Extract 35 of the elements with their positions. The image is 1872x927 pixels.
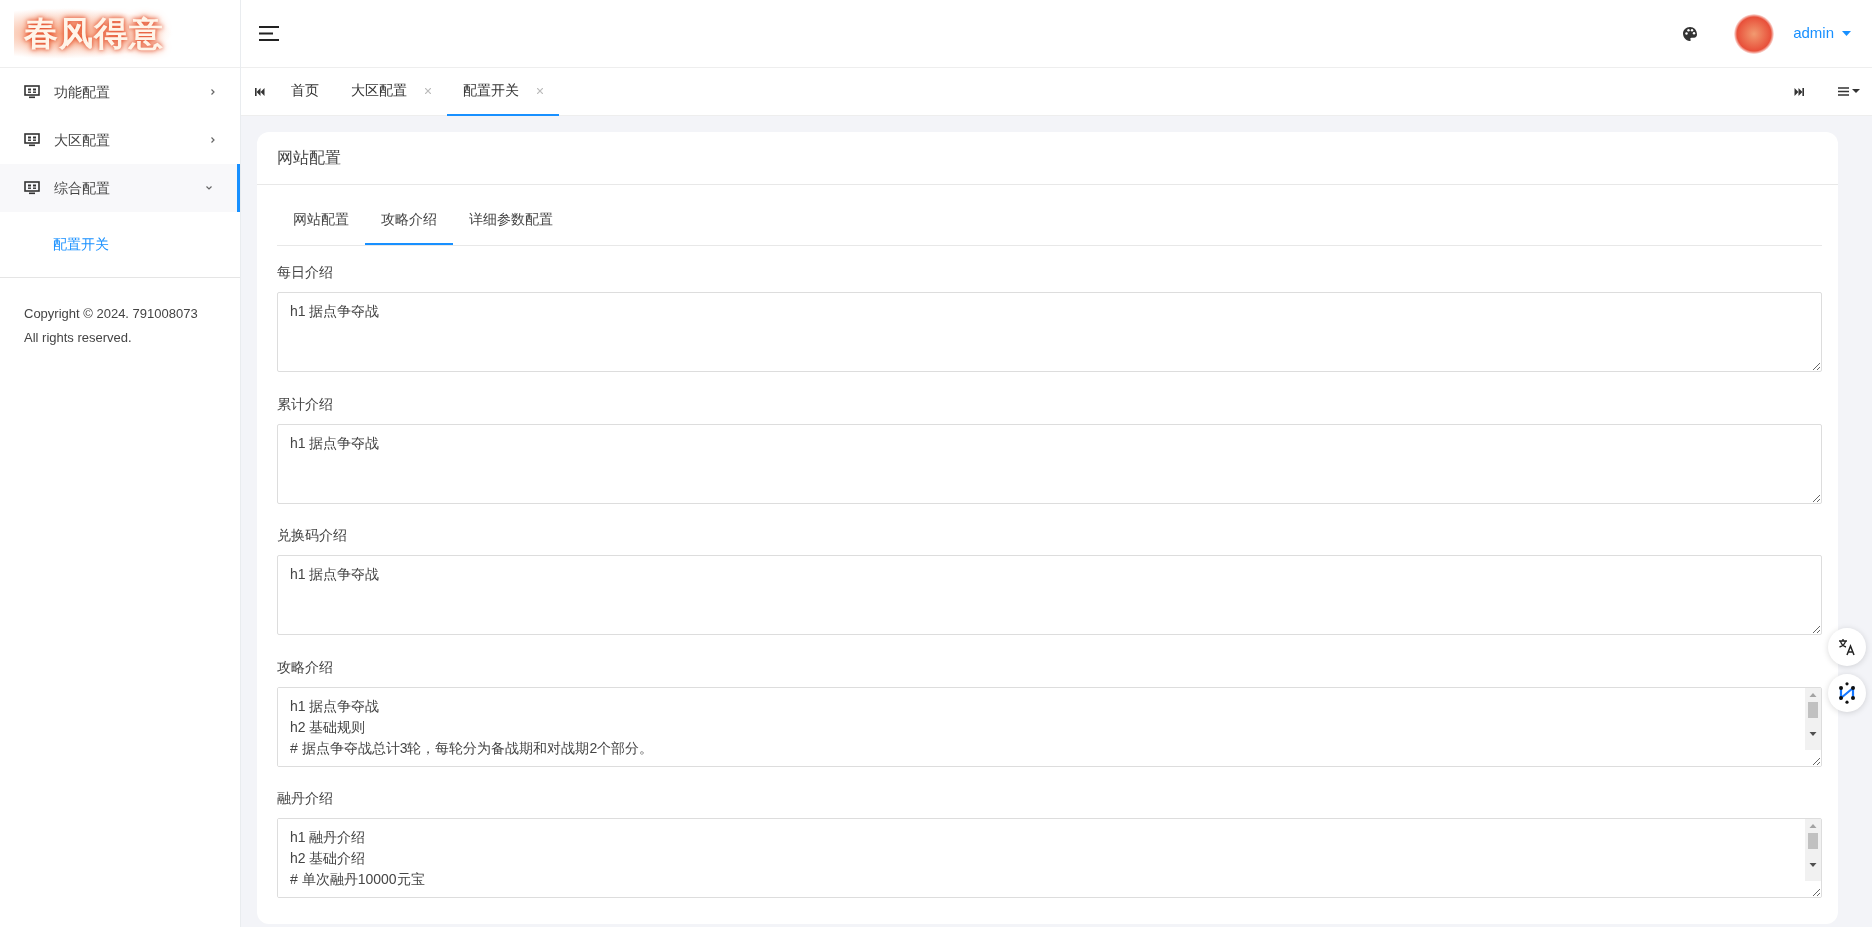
page-tab[interactable]: 大区配置 xyxy=(335,67,447,116)
palette-icon[interactable] xyxy=(1682,25,1699,42)
text-area[interactable]: h1 据点争夺战 h2 基础规则 # 据点争夺战总计3轮，每轮分为备战期和对战期2个部分。 xyxy=(277,686,1822,767)
field-label: 攻略介绍 xyxy=(277,657,334,677)
sidebar-item[interactable]: 大区配置 xyxy=(0,116,240,164)
field-label: 每日介绍 xyxy=(277,263,334,282)
sidebar-item[interactable]: 功能配置 xyxy=(0,68,240,116)
sidebar-item[interactable]: 综合配置 xyxy=(0,164,240,212)
text-area[interactable]: h1 据点争夺战 xyxy=(277,292,1822,372)
monitor-icon xyxy=(24,181,40,195)
monitor-icon xyxy=(24,133,40,147)
card-title: 网站配置 xyxy=(257,132,1838,185)
list-menu-icon[interactable] xyxy=(1838,87,1860,96)
scrollbar[interactable] xyxy=(1805,687,1821,750)
field-label: 累计介绍 xyxy=(277,394,334,414)
text-area[interactable]: h1 据点争夺战 xyxy=(277,423,1822,504)
skip-first-icon[interactable] xyxy=(255,87,265,96)
content-tab[interactable]: 攻略介绍 xyxy=(365,195,453,245)
content-tab[interactable]: 详细参数配置 xyxy=(453,195,569,245)
chevron-icon xyxy=(205,185,213,191)
text-area[interactable]: h1 融丹介绍 h2 基础介绍 # 单次融丹10000元宝 xyxy=(277,818,1822,898)
copyright-text: All rights reserved. xyxy=(24,329,133,347)
menu-icon[interactable] xyxy=(259,26,279,41)
field-label: 兑换码介绍 xyxy=(277,526,348,545)
copyright-text: Copyright © 2024. 791008073 xyxy=(24,305,199,323)
caret-icon xyxy=(1842,31,1851,36)
chevron-icon xyxy=(210,136,216,144)
field-label: 融丹介绍 xyxy=(277,789,334,808)
monitor-icon xyxy=(24,85,40,99)
scrollbar[interactable] xyxy=(1805,819,1821,881)
chevron-icon xyxy=(210,88,216,96)
content-tab[interactable]: 网站配置 xyxy=(277,195,365,245)
skip-last-icon[interactable] xyxy=(1794,87,1804,96)
text-area[interactable]: h1 据点争夺战 xyxy=(277,555,1822,635)
page-tab[interactable]: 首页 xyxy=(275,67,335,116)
